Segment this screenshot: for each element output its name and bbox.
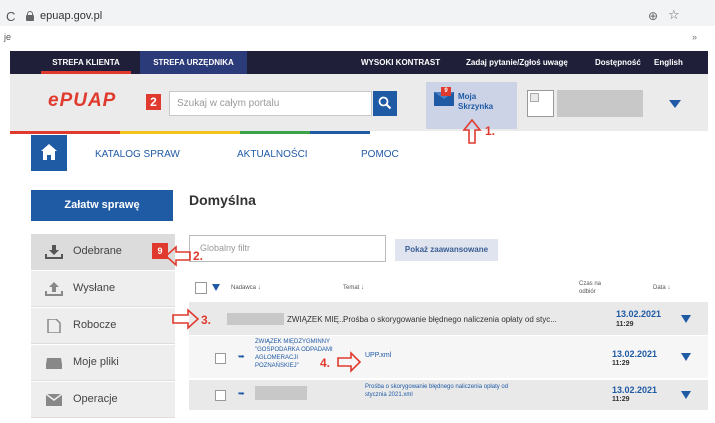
attachment-link[interactable]: Prośba o skorygowanie błędnego naliczeni… xyxy=(365,384,508,390)
chevron-down-icon[interactable] xyxy=(681,391,691,399)
row-sender: ZWIĄZEK MIĘDZYGMINNY xyxy=(255,339,330,345)
table-row[interactable]: ➥ Prośba o skorygowanie błędnego nalicze… xyxy=(189,380,708,410)
home-icon xyxy=(41,144,57,160)
star-icon[interactable]: ☆ xyxy=(668,7,680,23)
upload-tray-icon xyxy=(45,282,63,296)
select-all-checkbox[interactable] xyxy=(195,282,207,294)
user-name-redacted[interactable] xyxy=(557,90,643,117)
row-time: 11:29 xyxy=(612,360,630,367)
reply-arrow-icon: ➥ xyxy=(238,352,245,361)
chevron-down-icon[interactable] xyxy=(669,100,681,108)
epuap-logo[interactable]: ePUAP 2 xyxy=(42,90,162,113)
envelope-icon xyxy=(45,393,63,406)
menu-aktualnosci[interactable]: AKTUALNOŚCI xyxy=(237,149,308,160)
unread-count-badge: 9 xyxy=(152,243,168,259)
column-header-time: odbiór xyxy=(579,289,596,295)
redacted-sender xyxy=(255,386,307,400)
column-header-date[interactable]: Data ↓ xyxy=(653,285,670,291)
download-tray-icon xyxy=(45,245,63,259)
tab-strefa-urzednika[interactable]: STREFA URZĘDNIKA xyxy=(140,51,247,74)
bookmarks-more-button[interactable]: » xyxy=(692,32,697,42)
row-sender: ZWIĄZEK MIĘ... xyxy=(287,315,346,324)
row-date: 13.02.2021 xyxy=(612,349,658,359)
chevron-down-icon[interactable] xyxy=(212,284,220,291)
search-icon xyxy=(378,96,392,110)
search-button[interactable] xyxy=(373,91,397,116)
row-date: 13.02.2021 xyxy=(616,309,662,319)
annotation-step-3: 3. xyxy=(201,313,212,327)
chevron-down-icon[interactable] xyxy=(681,353,691,361)
sidebar-item-robocze[interactable]: Robocze xyxy=(31,308,175,344)
row-date: 13.02.2021 xyxy=(612,385,658,395)
row-time: 11:29 xyxy=(612,396,630,403)
my-mailbox-button[interactable]: 9 Moja Skrzynka xyxy=(426,82,517,129)
annotation-step-1: 1. xyxy=(485,124,496,138)
bookmark-item[interactable]: je xyxy=(4,32,11,42)
redacted-sender xyxy=(227,313,284,325)
zalatw-sprawe-button[interactable]: Załatw sprawę xyxy=(31,190,173,221)
row-sender: POZNAŃSKIEJ" xyxy=(255,363,299,369)
row-checkbox[interactable] xyxy=(215,390,226,401)
sidebar-item-wyslane[interactable]: Wysłane xyxy=(31,271,175,307)
mailbox-label: Skrzynka xyxy=(458,102,494,111)
table-row[interactable]: ➥ ZWIĄZEK MIĘDZYGMINNY "GOSPODARKA ODPAD… xyxy=(189,336,708,378)
avatar[interactable] xyxy=(527,90,554,117)
home-button[interactable] xyxy=(31,135,67,171)
attachment-link[interactable]: UPP.xml xyxy=(365,352,391,359)
bookmarks-bar: je » xyxy=(0,26,715,50)
top-navigation: STREFA KLIENTA STREFA URZĘDNIKA WYSOKI K… xyxy=(10,51,708,74)
browser-url[interactable]: epuap.gov.pl xyxy=(40,10,102,22)
row-subject[interactable]: Prośba o skorygowanie błędnego naliczeni… xyxy=(343,315,557,324)
site-header: ePUAP 2 Szukaj w całym portalu 9 Moja Sk… xyxy=(10,74,708,131)
show-advanced-button[interactable]: Pokaż zaawansowane xyxy=(395,239,498,261)
sidebar-item-moje-pliki[interactable]: Moje pliki xyxy=(31,345,175,381)
drive-icon xyxy=(46,358,62,369)
broken-image-icon xyxy=(530,93,539,102)
row-sender: AGLOMERACJI xyxy=(255,355,299,361)
mailbox-badge: 9 xyxy=(441,87,451,96)
reply-arrow-icon: ➥ xyxy=(238,389,245,398)
annotation-step-2: 2. xyxy=(193,249,204,263)
high-contrast-link[interactable]: WYSOKI KONTRAST xyxy=(361,51,440,74)
menu-pomoc[interactable]: POMOC xyxy=(361,149,399,160)
lock-icon[interactable] xyxy=(26,11,34,21)
row-sender: "GOSPODARKA ODPADAMI xyxy=(255,347,333,353)
search-input[interactable]: Szukaj w całym portalu xyxy=(169,91,372,116)
menu-katalog-spraw[interactable]: KATALOG SPRAW xyxy=(95,149,180,160)
reload-icon[interactable]: C xyxy=(6,9,15,24)
row-checkbox[interactable] xyxy=(215,353,226,364)
color-strip xyxy=(10,131,708,134)
row-time: 11:29 xyxy=(616,321,634,328)
column-header-sender[interactable]: Nadawca ↓ xyxy=(231,285,261,291)
sidebar-item-operacje[interactable]: Operacje xyxy=(31,382,175,418)
ask-question-link[interactable]: Zadaj pytanie/Zgłoś uwagę xyxy=(466,51,568,74)
draft-document-icon xyxy=(47,319,61,333)
annotation-step-4: 4. xyxy=(320,356,331,370)
column-header-time: Czas na xyxy=(579,281,602,287)
mailbox-label: Moja xyxy=(458,92,477,101)
column-header-subject[interactable]: Temat ↓ xyxy=(343,285,364,291)
chevron-down-icon[interactable] xyxy=(681,315,691,323)
attachment-link[interactable]: stycznia 2021.xml xyxy=(365,392,413,398)
accessibility-link[interactable]: Dostępność xyxy=(595,51,641,74)
page-title: Domyślna xyxy=(189,192,256,208)
zoom-icon[interactable]: ⊕ xyxy=(648,9,658,23)
table-row[interactable]: ZWIĄZEK MIĘ... Prośba o skorygowanie błę… xyxy=(189,302,708,335)
global-filter-input[interactable]: Globalny filtr xyxy=(189,235,386,262)
english-link[interactable]: English xyxy=(654,51,683,74)
tab-strefa-klienta[interactable]: STREFA KLIENTA xyxy=(41,51,131,74)
